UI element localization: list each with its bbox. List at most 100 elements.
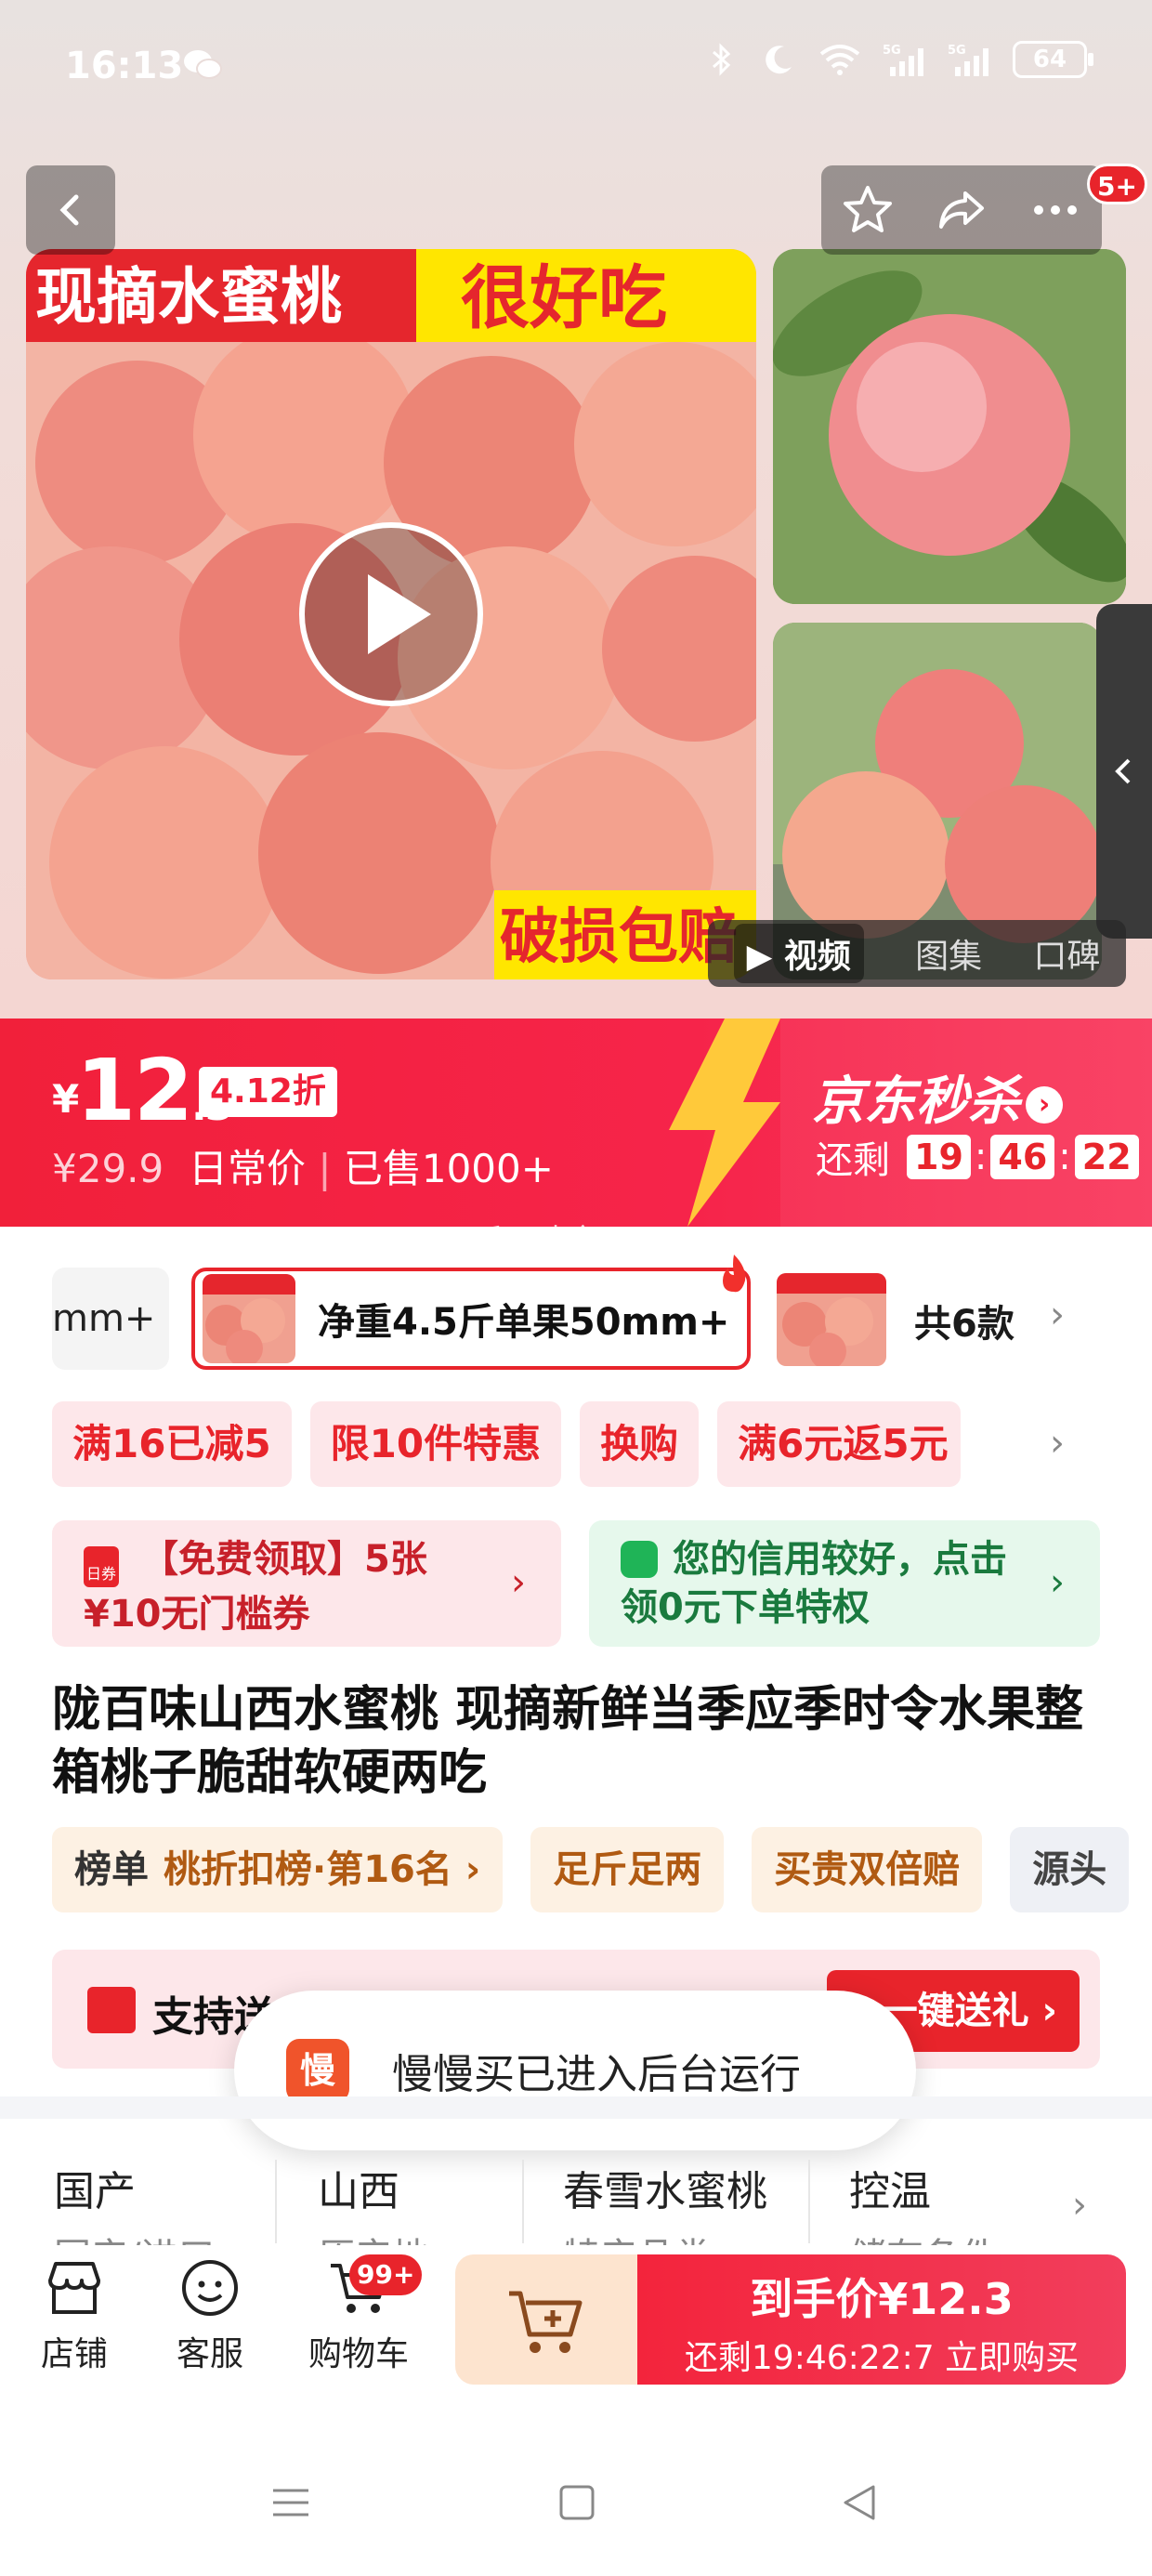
coupon-line-1: 【免费领取】5张	[141, 1538, 427, 1581]
svg-text:5G: 5G	[948, 44, 966, 58]
attr-place: 山西	[318, 2168, 399, 2215]
chevron-right-icon: ›	[1050, 1561, 1065, 1604]
ranking-chip[interactable]: 榜单 桃折扣榜·第16名 ›	[52, 1827, 504, 1912]
chip-double-refund[interactable]: 买贵双倍赔	[752, 1827, 983, 1912]
price-integer: 12	[76, 1041, 193, 1140]
chip-full-weight[interactable]: 足斤足两	[530, 1827, 725, 1912]
chevron-right-icon: ›	[1026, 1085, 1063, 1124]
variant-option-next[interactable]	[777, 1273, 886, 1366]
chevron-right-icon: ›	[511, 1561, 526, 1604]
discount-badge: 4.12折	[199, 1067, 337, 1117]
banner-text-right: 很好吃	[461, 258, 667, 338]
add-cart-icon	[509, 2291, 583, 2353]
add-to-cart-button[interactable]	[455, 2254, 637, 2385]
product-highlight-chips: 榜单 桃折扣榜·第16名 › 足斤足两 买贵双倍赔 源头	[52, 1827, 1152, 1912]
credit-privilege-card[interactable]: 您的信用较好，点击领0元下单特权 ›	[589, 1520, 1100, 1647]
tab-video-label: 视频	[783, 938, 851, 976]
original-price-line: ¥29.9 日常价 | 已售1000+	[52, 1146, 554, 1191]
bottom-action-bar: 店铺 客服 购物车 99+ 到手价¥12.3 还剩19:46:22:7 立即购买	[0, 2245, 1152, 2403]
signal-5g-icon: 5G	[948, 44, 988, 76]
product-thumbnail-1[interactable]	[773, 249, 1126, 604]
home-square-icon[interactable]	[554, 2479, 600, 2526]
chevron-right-icon[interactable]: ›	[1050, 1422, 1065, 1465]
moon-icon	[766, 46, 792, 74]
tab-video[interactable]: ▶ 视频	[733, 924, 864, 983]
message-badge: 5+	[1087, 164, 1147, 204]
tab-reviews[interactable]: 口碑	[1033, 929, 1100, 978]
coupon-icon-text: 日券	[85, 1565, 116, 1583]
seckill-price-banner[interactable]: ¥ 12.3 4.12折 ¥29.9 日常价 | 已售1000+ 京东秒杀› 还…	[0, 1019, 1152, 1227]
side-drawer-tab[interactable]	[1096, 604, 1152, 939]
wechat-icon	[184, 50, 222, 79]
promo-tag[interactable]: 满6元返5元	[717, 1401, 962, 1487]
remaining-label: 还剩	[816, 1139, 890, 1182]
chip-source[interactable]: 源头	[1010, 1827, 1130, 1912]
promo-tags: 满16已减5 限10件特惠 换购 满6元返5元	[52, 1401, 1152, 1487]
chevron-left-icon	[59, 194, 79, 226]
buy-countdown-line: 还剩19:46:22:7 立即购买	[684, 2339, 1080, 2377]
chevron-left-icon	[1115, 758, 1131, 784]
variant-option-previous[interactable]: mm+	[52, 1268, 169, 1370]
back-triangle-icon[interactable]	[836, 2479, 883, 2526]
promo-tag[interactable]: 限10件特惠	[309, 1401, 562, 1487]
ranking-label: 桃折扣榜·第16名 ›	[164, 1848, 481, 1891]
svg-text:5G: 5G	[883, 44, 901, 58]
coupon-line-2: ¥10无门槛券	[84, 1593, 310, 1636]
toast-message: 慢慢买已进入后台运行	[392, 2051, 801, 2098]
more-dots-icon[interactable]	[1028, 182, 1083, 238]
variant-prev-label: mm+	[52, 1297, 156, 1340]
coupon-icon: 日券	[84, 1546, 119, 1587]
peach-on-branch-photo	[773, 249, 1126, 604]
back-button[interactable]	[26, 165, 115, 255]
seckill-title[interactable]: 京东秒杀 ›	[812, 1059, 1063, 1135]
star-icon[interactable]	[840, 182, 896, 238]
countdown-hours: 19	[907, 1135, 971, 1179]
play-icon[interactable]	[299, 522, 483, 706]
store-icon	[48, 2262, 100, 2314]
customer-service-button[interactable]: 客服	[154, 2254, 266, 2375]
cart-label: 购物车	[308, 2335, 409, 2373]
product-title: 陇百味山西水蜜桃 现摘新鲜当季应季时令水果整箱桃子脆甜软硬两吃	[52, 1682, 1084, 1801]
store-button[interactable]: 店铺	[19, 2254, 130, 2375]
product-attributes[interactable]: 国产 国产/进口 山西 原产地 春雪水蜜桃 特产品类 控温 储存条件 ›	[0, 2123, 1152, 2249]
attr-divider	[808, 2160, 810, 2243]
banner-text-left: 现摘水蜜桃	[35, 261, 342, 333]
coupon-free-claim[interactable]: 日券 【免费领取】5张 ¥10无门槛券 ›	[52, 1520, 561, 1647]
variant-option-selected[interactable]: 净重4.5斤单果50mm+	[191, 1268, 751, 1370]
battery-level: 64	[1032, 46, 1067, 73]
tab-gallery[interactable]: 图集	[915, 929, 982, 978]
buy-price-line: 到手价¥12.3	[750, 2274, 1014, 2324]
menu-icon[interactable]	[268, 2479, 314, 2526]
gift-icon	[87, 1987, 136, 2033]
wifi-icon	[819, 45, 860, 75]
buy-now-button[interactable]: 到手价¥12.3 还剩19:46:22:7 立即购买	[637, 2254, 1126, 2385]
credit-privilege-text: 您的信用较好，点击领0元下单特权	[621, 1538, 1007, 1629]
variant-selected-label: 净重4.5斤单果50mm+	[318, 1301, 730, 1344]
section-divider	[0, 2096, 1152, 2119]
variant-count[interactable]: 共6款	[914, 1294, 1015, 1347]
promo-tag[interactable]: 满16已减5	[52, 1401, 292, 1487]
daily-price-label: 日常价	[188, 1146, 306, 1191]
signal-5g-icon: 5G	[883, 44, 923, 76]
variant-thumbnail	[203, 1274, 295, 1363]
peach-photo: 现摘水蜜桃 很好吃 破损包赔	[26, 249, 756, 979]
attr-divider	[275, 2160, 277, 2243]
system-navigation-bar	[0, 2435, 1152, 2576]
attr-variety: 春雪水蜜桃	[563, 2168, 767, 2215]
attr-storage: 控温	[849, 2168, 931, 2215]
media-tabs: ▶ 视频 图集 口碑	[708, 920, 1126, 987]
watermark: 乏不吵命	[472, 1223, 598, 1260]
battery-icon: 64	[1013, 41, 1093, 78]
sold-count: 已售1000+	[343, 1146, 554, 1191]
status-bar: 16:13 5G 5G 64	[0, 0, 1152, 139]
cart-count-badge: 99+	[349, 2254, 423, 2295]
product-main-image[interactable]: 现摘水蜜桃 很好吃 破损包赔	[26, 249, 756, 979]
share-icon[interactable]	[934, 182, 989, 238]
bluetooth-icon	[713, 43, 731, 76]
countdown-minutes: 46	[990, 1135, 1055, 1179]
ranking-key: 榜单	[74, 1848, 149, 1891]
countdown-timer: 还剩 19: 46: 22	[816, 1130, 1143, 1184]
chevron-right-icon[interactable]: ›	[1050, 1294, 1065, 1336]
chevron-right-icon: ›	[1072, 2184, 1087, 2227]
promo-tag[interactable]: 换购	[580, 1401, 700, 1487]
